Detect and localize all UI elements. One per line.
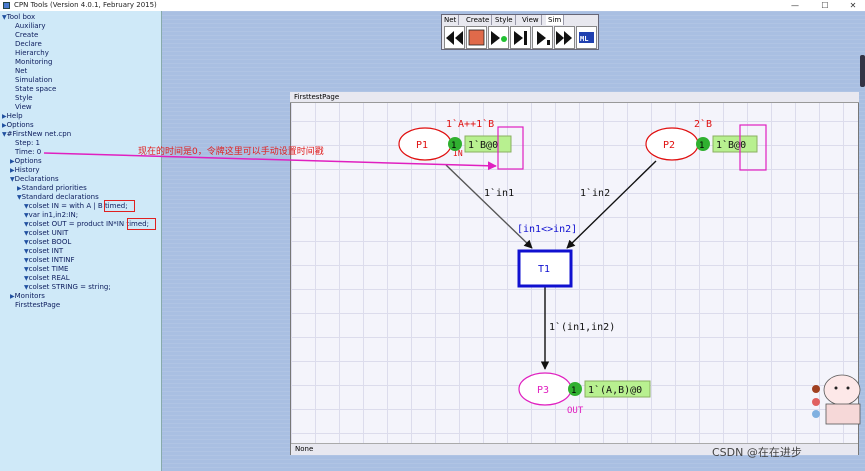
watermark: CSDN @在在进步 (712, 446, 802, 459)
decl-colset-unit[interactable]: ▼colset UNIT (24, 229, 68, 238)
std-priorities[interactable]: ▶Standard priorities (17, 184, 87, 193)
rewind-button[interactable] (444, 26, 465, 49)
cpn-app-icon (3, 2, 10, 9)
tool-item-create[interactable]: Create (15, 31, 38, 40)
sim-time[interactable]: Time: 0 (15, 148, 41, 157)
workspace-scrollbar[interactable] (860, 55, 865, 87)
index-panel: ▼Tool box Auxiliary Create Declare Hiera… (0, 11, 162, 471)
declarations[interactable]: ▼Declarations (10, 175, 59, 184)
tool-item-state-space[interactable]: State space (15, 85, 56, 94)
decl-colset-intinf[interactable]: ▼colset INTINF (24, 256, 75, 265)
tool-item-monitoring[interactable]: Monitoring (15, 58, 52, 67)
window-title: CPN Tools (Version 4.0.1, February 2015) (14, 1, 157, 9)
step-button[interactable] (510, 26, 531, 49)
monitors[interactable]: ▶Monitors (10, 292, 45, 301)
decl-colset-string[interactable]: ▼colset STRING = string; (24, 283, 111, 292)
step-forward-icon (514, 31, 527, 45)
decl-colset-bool[interactable]: ▼colset BOOL (24, 238, 71, 247)
play-single-button[interactable] (488, 26, 509, 49)
sim-step[interactable]: Step: 1 (15, 139, 40, 148)
maximize-button[interactable]: ☐ (815, 0, 835, 11)
net-page (290, 92, 859, 455)
svg-text:ML: ML (580, 35, 588, 43)
page-tab[interactable]: FirsttestPage (290, 92, 859, 103)
minimize-button[interactable]: — (785, 0, 805, 11)
sim-tool-palette: Net Create Style View Sim ML (441, 14, 599, 50)
tool-item-hierarchy[interactable]: Hierarchy (15, 49, 49, 58)
stop-icon (468, 29, 485, 46)
stop-button[interactable] (466, 26, 487, 49)
tool-item-style[interactable]: Style (15, 94, 33, 103)
tab-style[interactable]: Style (493, 15, 516, 25)
annotation-text: 现在的时间是0，令牌这里可以手动设置时间戳 (138, 147, 324, 157)
decl-var[interactable]: ▼var in1,in2:IN; (24, 211, 78, 220)
close-button[interactable]: ✕ (843, 0, 863, 11)
tab-net[interactable]: Net (442, 15, 460, 25)
std-declarations[interactable]: ▼Standard declarations (17, 193, 99, 202)
rewind-icon (446, 31, 463, 45)
tool-item-net[interactable]: Net (15, 67, 27, 76)
index-options[interactable]: ▶Options (2, 121, 34, 130)
tab-create[interactable]: Create (464, 15, 493, 25)
tool-item-declare[interactable]: Declare (15, 40, 42, 49)
history[interactable]: ▶History (10, 166, 40, 175)
play-n-button[interactable] (532, 26, 553, 49)
decl-colset-real[interactable]: ▼colset REAL (24, 274, 70, 283)
title-bar: CPN Tools (Version 4.0.1, February 2015)… (0, 0, 865, 11)
index-page-item[interactable]: FirsttestPage (15, 301, 60, 310)
net-options[interactable]: ▶Options (10, 157, 42, 166)
index-toolbox[interactable]: ▼Tool box (2, 13, 35, 22)
index-help[interactable]: ▶Help (2, 112, 23, 121)
palette-tabs: Net Create Style View Sim (442, 15, 598, 25)
highlight-box-timed-in (104, 200, 135, 212)
ml-icon: ML (579, 32, 594, 43)
highlight-box-timed-out (127, 218, 156, 230)
tab-sim[interactable]: Sim (546, 15, 565, 25)
decl-colset-time[interactable]: ▼colset TIME (24, 265, 68, 274)
index-net-file[interactable]: ▼#FirstNew net.cpn (2, 130, 71, 139)
tool-item-view[interactable]: View (15, 103, 32, 112)
fast-forward-icon (556, 31, 572, 45)
tool-item-simulation[interactable]: Simulation (15, 76, 52, 85)
fast-forward-button[interactable] (554, 26, 575, 49)
decl-colset-int[interactable]: ▼colset INT (24, 247, 63, 256)
tool-item-auxiliary[interactable]: Auxiliary (15, 22, 46, 31)
play-icon (491, 31, 507, 45)
play-fast-icon (537, 31, 550, 45)
tab-view[interactable]: View (520, 15, 542, 25)
ml-evaluate-button[interactable]: ML (576, 26, 597, 49)
